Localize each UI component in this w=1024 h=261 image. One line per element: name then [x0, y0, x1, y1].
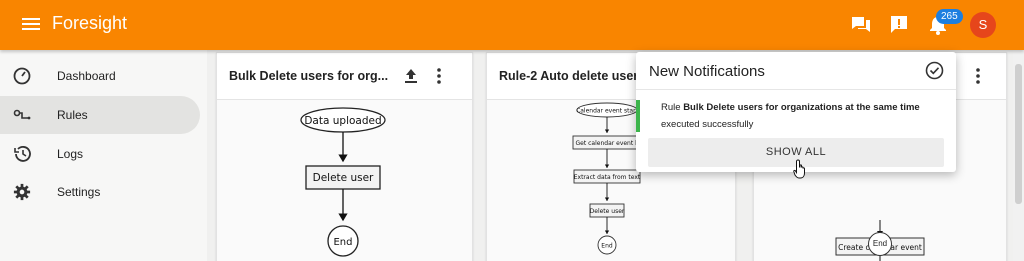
flow-start-node: Data uploaded: [300, 107, 386, 133]
success-indicator: [636, 100, 640, 132]
rule-card-title: Rule-2 Auto delete user: [499, 69, 639, 83]
flow-step-node: Get calendar event li: [572, 135, 642, 150]
notifications-popup: New Notifications Rule Bulk Delete users…: [636, 52, 956, 172]
sidebar-item-label: Rules: [57, 108, 88, 122]
rule-flow-diagram: Data uploaded Delete user End: [217, 100, 472, 261]
flow-end-node: End: [327, 225, 359, 257]
flow-step-node: Delete user: [305, 165, 381, 190]
sidebar-item-dashboard[interactable]: Dashboard: [0, 57, 200, 95]
rules-icon: [12, 106, 32, 124]
hand-cursor-icon: [793, 159, 809, 179]
flow-end-label: End: [601, 243, 613, 250]
scrollbar[interactable]: [1013, 50, 1024, 261]
app-bar: Foresight 265 S: [0, 0, 1024, 50]
flow-start-label: Data uploaded: [304, 115, 381, 127]
menu-icon[interactable]: [22, 15, 42, 33]
feedback-icon[interactable]: [888, 14, 910, 36]
notification-status: executed successfully: [661, 119, 754, 130]
sidebar-item-logs[interactable]: Logs: [0, 135, 200, 173]
scrollbar-thumb[interactable]: [1015, 64, 1022, 204]
rule-card[interactable]: Bulk Delete users for org... Data upload…: [216, 52, 473, 261]
flow-step-node: Delete user: [589, 203, 625, 218]
history-icon: [12, 145, 32, 163]
avatar[interactable]: S: [970, 12, 996, 38]
sidebar-item-label: Settings: [57, 185, 101, 199]
flow-end-node: End: [597, 235, 617, 255]
sidebar-item-label: Logs: [57, 147, 84, 161]
check-circle-icon[interactable]: [925, 61, 944, 80]
notification-rule-name: Bulk Delete users for organizations at t…: [683, 102, 920, 113]
app-title: Foresight: [52, 13, 128, 33]
flow-end-label: End: [868, 232, 892, 256]
chat-icon[interactable]: [850, 14, 872, 36]
flow-step-label: Delete user: [590, 208, 625, 215]
rule-card-title: Bulk Delete users for org...: [229, 69, 389, 83]
dashboard-icon: [12, 67, 32, 85]
sidebar-item-settings[interactable]: Settings: [0, 173, 200, 211]
flow-start-label: Calendar event start: [576, 108, 639, 115]
flow-step-label: Get calendar event li: [576, 140, 639, 147]
notification-item[interactable]: Rule Bulk Delete users for organizations…: [636, 90, 956, 134]
flow-step-node: Extract data from text: [573, 169, 641, 184]
flow-end-label: End: [333, 237, 352, 248]
flow-step-label: Delete user: [313, 172, 374, 184]
sidebar: Dashboard Rules Logs Settings: [0, 50, 207, 261]
upload-icon[interactable]: [402, 67, 420, 85]
sidebar-item-rules[interactable]: Rules: [0, 96, 200, 134]
more-vert-icon[interactable]: [969, 67, 987, 85]
notification-message: Rule Bulk Delete users for organizations…: [661, 102, 920, 113]
notification-count-badge: 265: [936, 9, 963, 24]
sidebar-item-label: Dashboard: [57, 69, 116, 83]
more-vert-icon[interactable]: [430, 67, 448, 85]
flow-step-label: Extract data from text: [574, 174, 641, 181]
notifications-title: New Notifications: [649, 63, 765, 80]
gear-icon: [12, 183, 32, 201]
flow-start-node: Calendar event start: [576, 102, 639, 118]
